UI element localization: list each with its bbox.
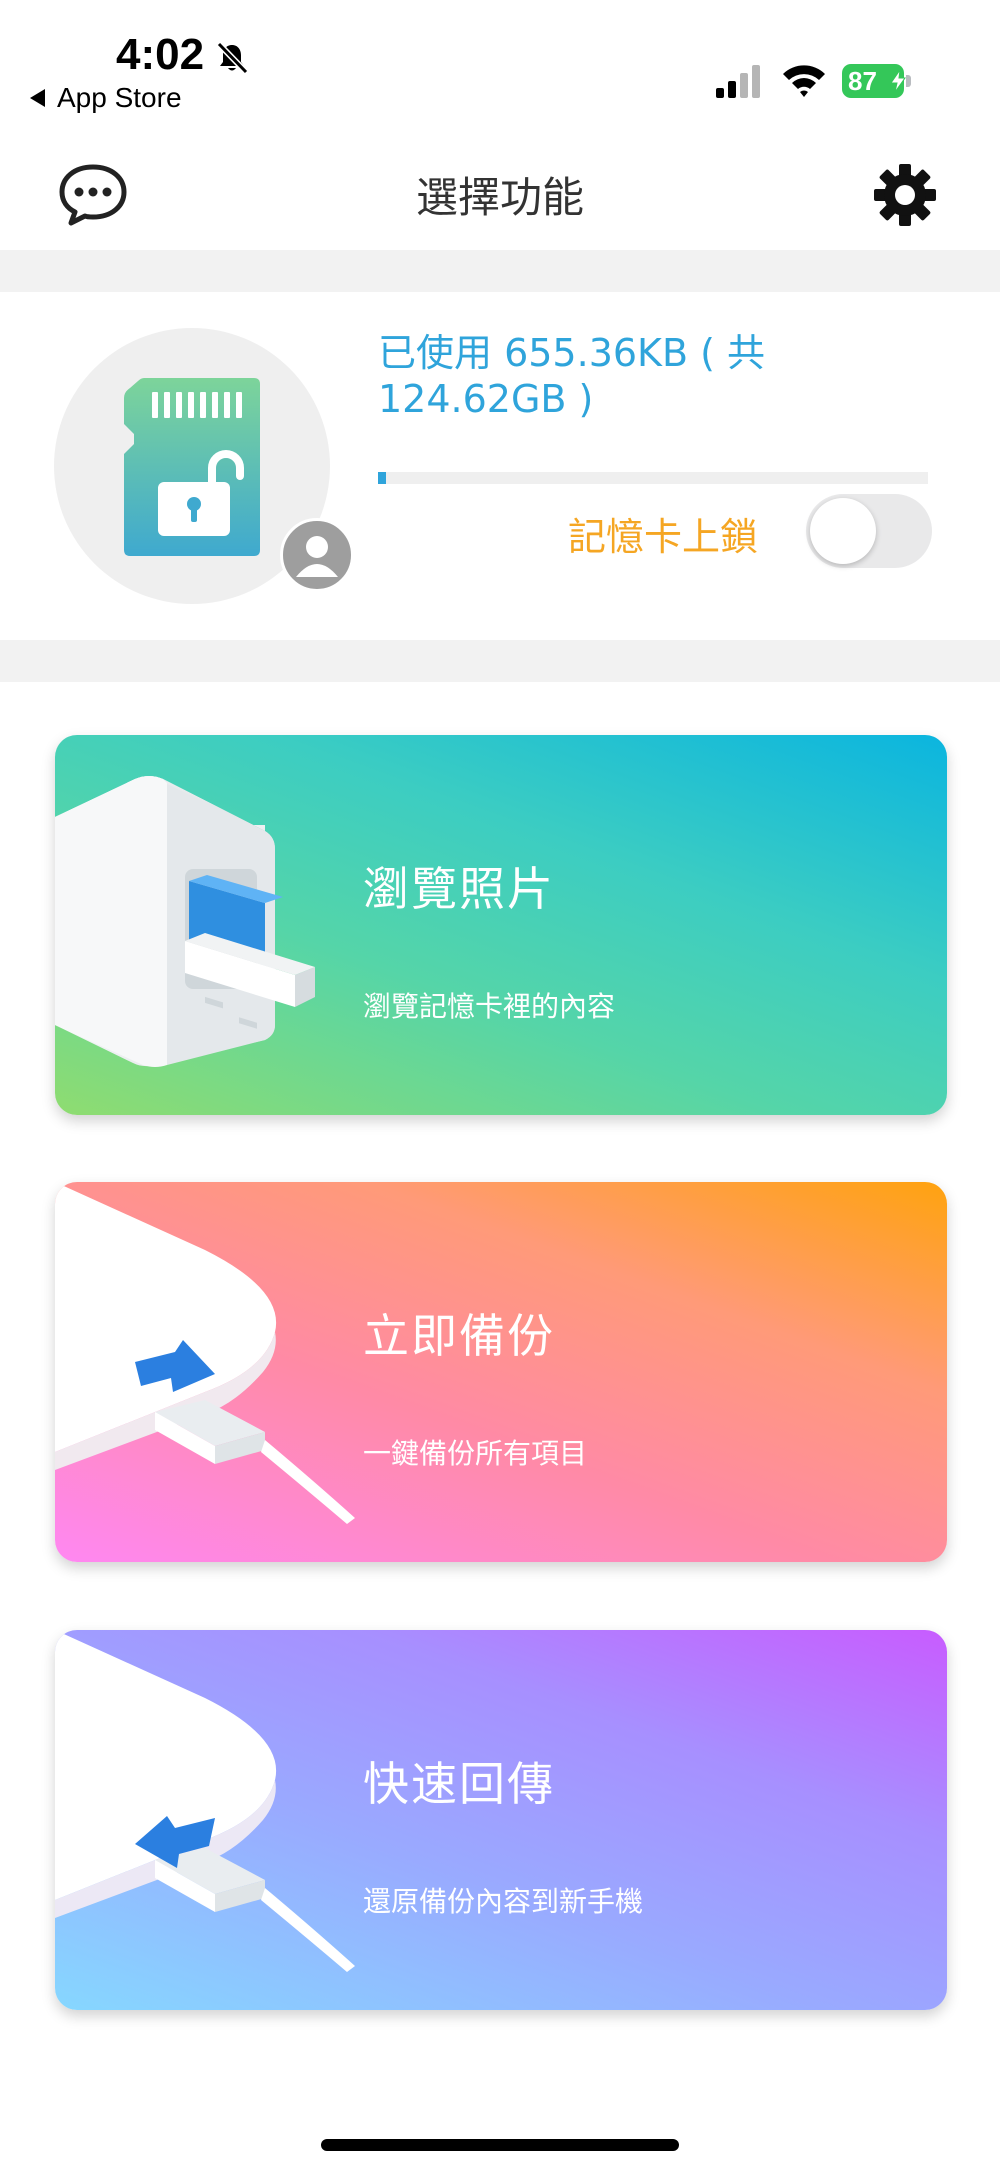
bell-slash-icon	[216, 41, 249, 75]
card-title: 快速回傳	[363, 1757, 555, 1811]
battery-cap	[906, 75, 911, 87]
cellular-signal-icon	[716, 65, 760, 98]
person-icon	[296, 536, 338, 577]
storage-section: 已使用 655.36KB ( 共 124.62GB ) 記憶卡上鎖	[0, 292, 1000, 640]
unlocked-sd-card-icon	[124, 378, 260, 556]
status-bar: 4:02 App Store 87	[0, 0, 1000, 140]
quick-restore-card[interactable]: 快速回傳 還原備份內容到新手機	[55, 1630, 947, 2010]
section-divider	[0, 640, 1000, 682]
card-lock-toggle[interactable]	[806, 494, 932, 568]
card-subtitle: 還原備份內容到新手機	[363, 1885, 644, 1918]
phone-restore-illustration	[55, 1630, 355, 1972]
card-subtitle: 瀏覽記憶卡裡的內容	[363, 990, 616, 1023]
storage-progress-bar	[378, 472, 928, 484]
status-time: 4:02	[116, 30, 205, 79]
card-subtitle: 一鍵備份所有項目	[363, 1437, 588, 1470]
home-indicator[interactable]	[321, 2139, 679, 2151]
back-app-label: App Store	[57, 82, 182, 113]
user-avatar[interactable]	[280, 518, 354, 592]
gear-icon[interactable]	[872, 162, 938, 228]
section-divider	[0, 250, 1000, 292]
back-to-app-store-link[interactable]: App Store	[30, 82, 182, 114]
storage-usage-text: 已使用 655.36KB ( 共 124.62GB )	[378, 331, 766, 421]
wifi-icon	[783, 65, 825, 97]
battery-indicator: 87	[842, 64, 912, 98]
page-title: 選擇功能	[415, 173, 584, 222]
backup-now-card[interactable]: 立即備份 一鍵備份所有項目	[55, 1182, 947, 1562]
back-arrow-icon	[30, 89, 45, 107]
charging-bolt-icon	[890, 70, 906, 92]
app-screen: 4:02 App Store 87 選擇功能 已使用 655.36KB (共 …	[0, 0, 1000, 2174]
card-lock-label: 記憶卡上鎖	[568, 515, 759, 559]
card-title: 立即備份	[363, 1309, 555, 1363]
phone-backup-illustration	[55, 1182, 355, 1524]
navigation-bar: 選擇功能	[0, 140, 1000, 250]
card-reader-illustration	[55, 776, 315, 1067]
card-title: 瀏覽照片	[363, 862, 555, 916]
toggle-knob	[810, 498, 876, 564]
storage-progress-fill	[378, 472, 387, 484]
browse-photos-card[interactable]: 瀏覽照片 瀏覽記憶卡裡的內容	[55, 735, 947, 1115]
